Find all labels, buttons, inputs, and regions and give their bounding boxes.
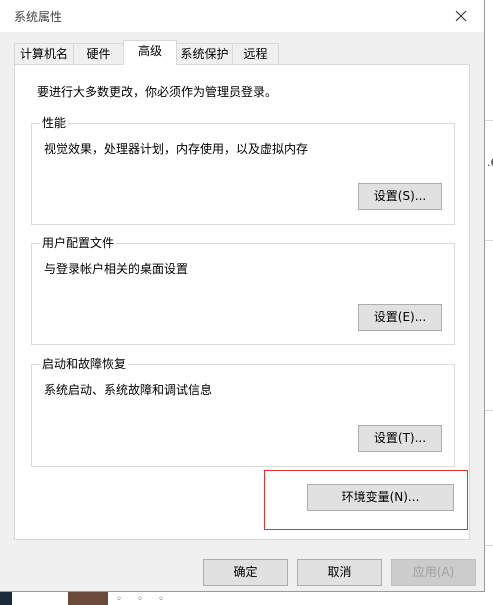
- close-icon: [455, 10, 467, 22]
- tab-advanced[interactable]: 高级: [123, 40, 177, 65]
- close-button[interactable]: [438, 0, 484, 32]
- user-profiles-group: 用户配置文件 与登录帐户相关的桌面设置 设置(E)...: [31, 235, 455, 345]
- divider: [485, 240, 493, 241]
- user-profiles-title: 用户配置文件: [40, 235, 117, 251]
- tab-computer-name[interactable]: 计算机名: [14, 43, 74, 64]
- startup-recovery-settings-button[interactable]: 设置(T)...: [358, 425, 442, 452]
- user-profiles-settings-button[interactable]: 设置(E)...: [358, 304, 442, 331]
- thumbnail-image: [68, 590, 108, 605]
- ok-button[interactable]: 确定: [203, 559, 288, 586]
- startup-recovery-description: 系统启动、系统故障和调试信息: [44, 383, 213, 397]
- tab-remote[interactable]: 远程: [232, 43, 279, 64]
- tab-system-protection[interactable]: 系统保护: [176, 43, 233, 64]
- window-title: 系统属性: [14, 10, 63, 24]
- apply-button[interactable]: 应用(A): [391, 559, 476, 586]
- background-window-edge: .6: [485, 0, 493, 605]
- divider: [485, 120, 493, 121]
- performance-group: 性能 视觉效果，处理器计划，内存使用，以及虚拟内存 设置(S)...: [31, 115, 455, 225]
- title-bar[interactable]: 系统属性: [0, 0, 484, 32]
- background-text: .6: [487, 156, 493, 169]
- divider: [485, 545, 493, 546]
- performance-description: 视觉效果，处理器计划，内存使用，以及虚拟内存: [44, 142, 309, 156]
- divider: [485, 410, 493, 411]
- advanced-tab-panel: 要进行大多数更改，你必须作为管理员登录。 性能 视觉效果，处理器计划，内存使用，…: [14, 64, 470, 540]
- cancel-button[interactable]: 取消: [297, 559, 382, 586]
- user-profiles-description: 与登录帐户相关的桌面设置: [44, 262, 189, 276]
- performance-settings-button[interactable]: 设置(S)...: [358, 183, 442, 210]
- startup-recovery-title: 启动和故障恢复: [40, 356, 129, 372]
- performance-title: 性能: [40, 115, 69, 131]
- startup-recovery-group: 启动和故障恢复 系统启动、系统故障和调试信息 设置(T)...: [31, 356, 455, 467]
- admin-notice: 要进行大多数更改，你必须作为管理员登录。: [37, 85, 278, 99]
- background-dots: ◦ ◦ ◦: [116, 594, 171, 605]
- highlight-box: [264, 470, 468, 530]
- system-properties-dialog: 系统属性 计算机名 硬件 高级 系统保护 远程 要进行大多数更改，你必须作为管理…: [0, 0, 485, 592]
- tab-hardware[interactable]: 硬件: [73, 43, 124, 64]
